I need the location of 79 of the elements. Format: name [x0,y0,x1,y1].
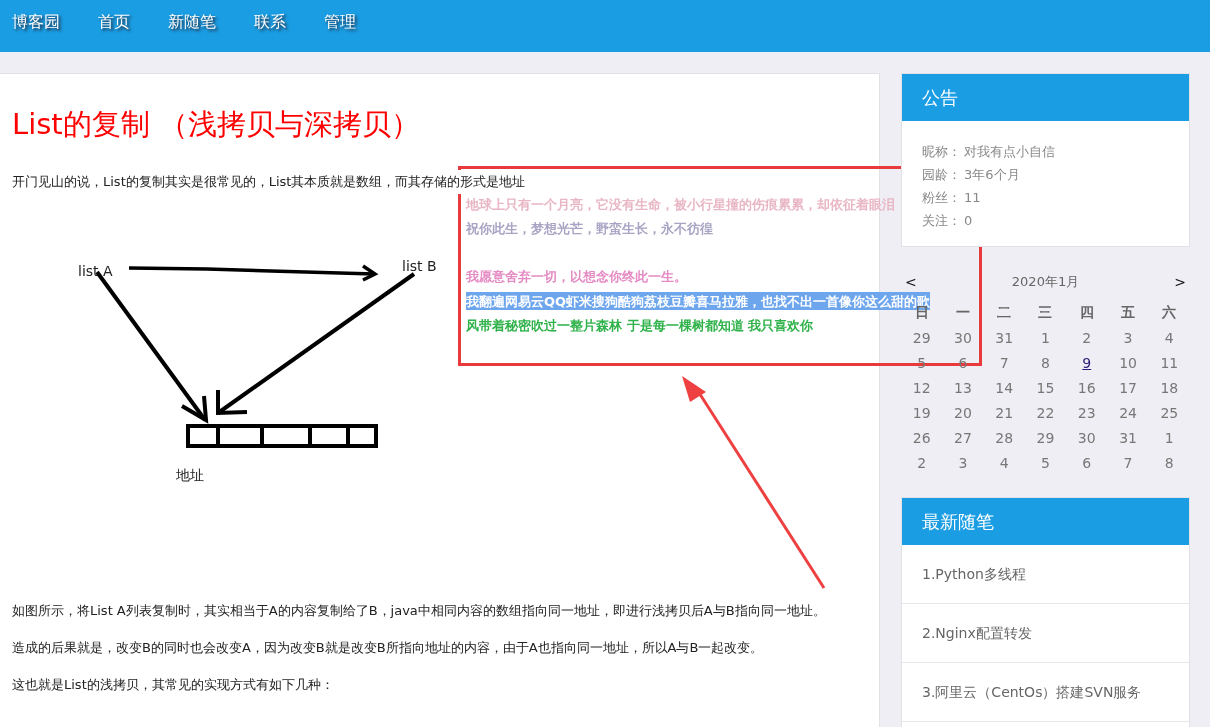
calendar-day[interactable]: 21 [995,404,1014,421]
nav-link[interactable]: 博客园 [12,11,60,33]
calendar-day[interactable]: 16 [1077,379,1096,396]
weekday-label: 一 [954,303,971,322]
calendar-day[interactable]: 30 [1077,429,1096,446]
calendar-day[interactable]: 22 [1036,404,1055,421]
weekday-label: 二 [996,303,1013,322]
info-value[interactable]: 对我有点小自信 [964,140,1055,163]
calendar-day[interactable]: 19 [912,404,931,421]
calendar-day[interactable]: 1 [1041,329,1050,346]
nav-link[interactable]: 首页 [98,11,130,33]
recent-post-link[interactable]: 3.阿里云（CentOs）搭建SVN服务 [902,663,1189,722]
recent-posts-header: 最新随笔 [902,498,1189,545]
calendar-day[interactable]: 12 [912,379,931,396]
nav-link[interactable]: 联系 [254,11,286,33]
calendar-day[interactable]: 27 [954,429,972,446]
calendar-day[interactable]: 20 [954,404,972,421]
calendar-day[interactable]: 28 [995,429,1014,446]
calendar-day[interactable]: 2 [1082,329,1092,346]
calendar-day[interactable]: 8 [1041,354,1050,371]
calendar-day[interactable]: 23 [1077,404,1096,421]
paragraph: 如图所示，将List A列表复制时，其实相当于A的内容复制给了B，java中相同内容的数组指向同一地址，即进行浅拷贝后A与B指向同一地址。 [12,602,827,620]
calendar-day[interactable]: 29 [912,329,931,346]
calendar-day[interactable]: 1 [1164,429,1174,446]
diagram-label: list B [402,258,437,274]
calendar-day[interactable]: 14 [995,379,1014,396]
calendar-day[interactable]: 4 [1164,329,1174,346]
floating-text: 我愿意舍弃一切，以想念你终此一生。 [466,269,687,284]
recent-post-link[interactable]: 1.Python多线程 [902,545,1189,604]
info-label: 关注： [922,212,961,230]
calendar-day[interactable]: 2 [917,454,927,471]
paragraph: 造成的后果就是，改变B的同时也会改变A，因为改变B就是改变B所指向地址的内容，由于A也指向同一地址，所以A与B一起改变。 [12,639,765,657]
calendar-day[interactable]: 17 [1119,379,1137,396]
calendar-day[interactable]: 6 [1082,454,1092,471]
info-value[interactable]: 3年6个月 [964,163,1020,186]
calendar-day[interactable]: 4 [999,454,1009,471]
calendar-day[interactable]: 9 [1082,354,1092,371]
recent-post-link[interactable]: 2.Nginx配置转发 [902,604,1189,663]
previous-month-link[interactable]: < [905,273,917,290]
info-label: 昵称： [922,143,961,161]
notice-header: 公告 [902,74,1189,121]
weekday-label: 三 [1037,303,1054,322]
floating-text: 风带着秘密吹过一整片森林 于是每一棵树都知道 我只喜欢你 [466,318,814,333]
floating-text: 祝你此生，梦想光芒，野蛮生长，永不彷徨 [466,221,713,236]
info-label: 粉丝： [922,189,961,207]
paragraph: 开门见山的说，List的复制其实是很常见的，List其本质就是数组，而其存储的形式是地址 [12,170,526,194]
calendar-day[interactable]: 10 [1119,354,1137,371]
diagram-label: 地址 [176,467,204,483]
calendar-day[interactable]: 7 [1123,454,1133,471]
calendar-day[interactable]: 3 [958,454,968,471]
calendar-day[interactable]: 15 [1036,379,1055,396]
calendar-day[interactable]: 13 [954,379,972,396]
next-month-link[interactable]: > [1174,273,1186,290]
calendar-day[interactable]: 11 [1160,354,1179,371]
calendar-day[interactable]: 25 [1160,404,1179,421]
weekday-label: 四 [1078,303,1095,322]
calendar-day[interactable]: 31 [1119,429,1137,446]
calendar-day[interactable]: 18 [1160,379,1179,396]
info-value[interactable]: 0 [964,209,973,232]
paragraph: 这也就是List的浅拷贝，其常见的实现方式有如下几种： [12,676,335,694]
calendar-day[interactable]: 8 [1164,454,1174,471]
nav-link[interactable]: 新随笔 [168,11,216,33]
diagram-label: list A [78,263,113,279]
calendar-day[interactable]: 24 [1119,404,1137,421]
calendar-day[interactable]: 29 [1036,429,1055,446]
nav-link[interactable]: 管理 [324,11,356,33]
info-value[interactable]: 11 [964,186,981,209]
calendar-month: 2020年1月 [1011,272,1080,291]
calendar-day[interactable]: 30 [954,329,972,346]
calendar-day[interactable]: 5 [1041,454,1050,471]
calendar-day[interactable]: 26 [912,429,931,446]
floating-text: 地球上只有一个月亮，它没有生命，被小行星撞的伤痕累累，却依征着眼泪 [466,197,895,212]
info-label: 园龄： [922,166,961,184]
weekday-label: 六 [1161,303,1178,322]
calendar-day[interactable]: 31 [995,329,1014,346]
article-title: List的复制 （浅拷贝与深拷贝） [12,106,421,143]
weekday-label: 五 [1120,303,1137,322]
calendar-day[interactable]: 3 [1123,329,1133,346]
calendar-day[interactable]: 7 [999,354,1009,371]
